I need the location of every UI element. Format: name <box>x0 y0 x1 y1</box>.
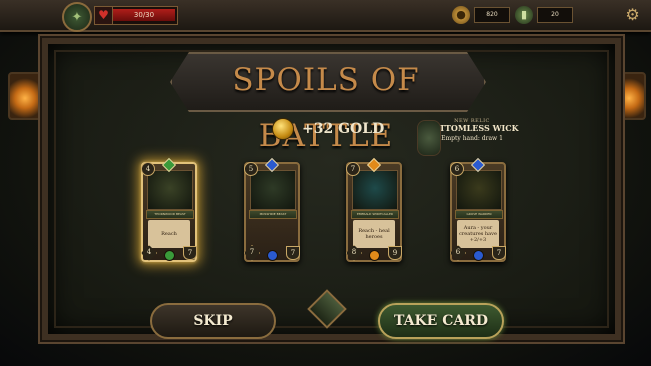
card-text: Aura - your creatures have +2/+3 <box>457 220 499 248</box>
card-art <box>456 170 502 210</box>
card-attack: 7 <box>244 245 260 261</box>
gold-counter[interactable]: ● 820 <box>452 5 510 24</box>
card-health: 9 <box>388 246 402 260</box>
deck-value: 20 <box>537 6 573 23</box>
card-health: 7 <box>492 246 506 260</box>
gold-reward[interactable]: +32 GOLD <box>272 118 384 140</box>
gold-pouch-icon: ● <box>452 5 470 24</box>
card-art <box>147 170 193 210</box>
card-grove-warden[interactable]: GROVE WARDEN Aura - your creatures have … <box>450 157 506 262</box>
take-card-button[interactable]: TAKE CARD <box>378 303 504 339</box>
gold-value: 820 <box>474 6 510 23</box>
skip-button[interactable]: SKIP <box>150 303 276 339</box>
gear-icon[interactable]: ⚙ <box>623 5 642 24</box>
card-faction-gem-icon <box>473 250 484 261</box>
card-faction-gem-icon <box>164 250 175 261</box>
card-art <box>352 170 398 210</box>
left-lantern <box>8 72 42 120</box>
deck-counter[interactable]: ▮ 20 <box>515 5 573 24</box>
gold-coins-icon <box>272 118 294 140</box>
card-thornwood-beast[interactable]: THORNWOOD BEAST Reach 4 4 7 <box>141 157 197 262</box>
card-emerald-spiritcaller[interactable]: EMERALD SPIRITCALLER Reach - heal heroes… <box>346 157 402 262</box>
card-art <box>250 170 296 210</box>
relic-reward[interactable]: NEW RELIC BOTTOMLESS WICK Empty hand: dr… <box>412 118 532 156</box>
top-bar: ✦ ♥ 30/30 ● 820 ▮ 20 ⚙ <box>0 0 651 32</box>
card-name: EMERALD SPIRITCALLER <box>351 210 399 219</box>
card-cost: 5 <box>244 162 258 176</box>
card-text: Reach <box>148 220 190 248</box>
tree-emblem-icon[interactable]: ✦ <box>62 2 92 32</box>
card-cost: 4 <box>141 162 155 176</box>
card-faction-gem-icon <box>369 250 380 261</box>
heart-icon: ♥ <box>95 7 113 24</box>
gold-reward-text: +32 GOLD <box>302 121 385 137</box>
card-health: 7 <box>183 246 197 260</box>
card-health: 7 <box>286 246 300 260</box>
health-text: 30/30 <box>133 11 155 19</box>
card-name: MOSSHIDE BEAST <box>249 210 297 219</box>
card-cost: 7 <box>346 162 360 176</box>
card-name: THORNWOOD BEAST <box>146 210 194 219</box>
page-title: SPOILS OF BATTLE <box>232 62 420 154</box>
health-bar: ♥ 30/30 <box>94 6 178 25</box>
deck-icon: ▮ <box>515 5 533 24</box>
card-faction-gem-icon <box>267 250 278 261</box>
card-name: GROVE WARDEN <box>455 210 503 219</box>
card-text: Reach - heal heroes <box>353 220 395 248</box>
card-cost: 6 <box>450 162 464 176</box>
card-mosshide-beast[interactable]: MOSSHIDE BEAST 5 7 7 <box>244 157 300 262</box>
wick-lantern-icon <box>417 120 441 156</box>
